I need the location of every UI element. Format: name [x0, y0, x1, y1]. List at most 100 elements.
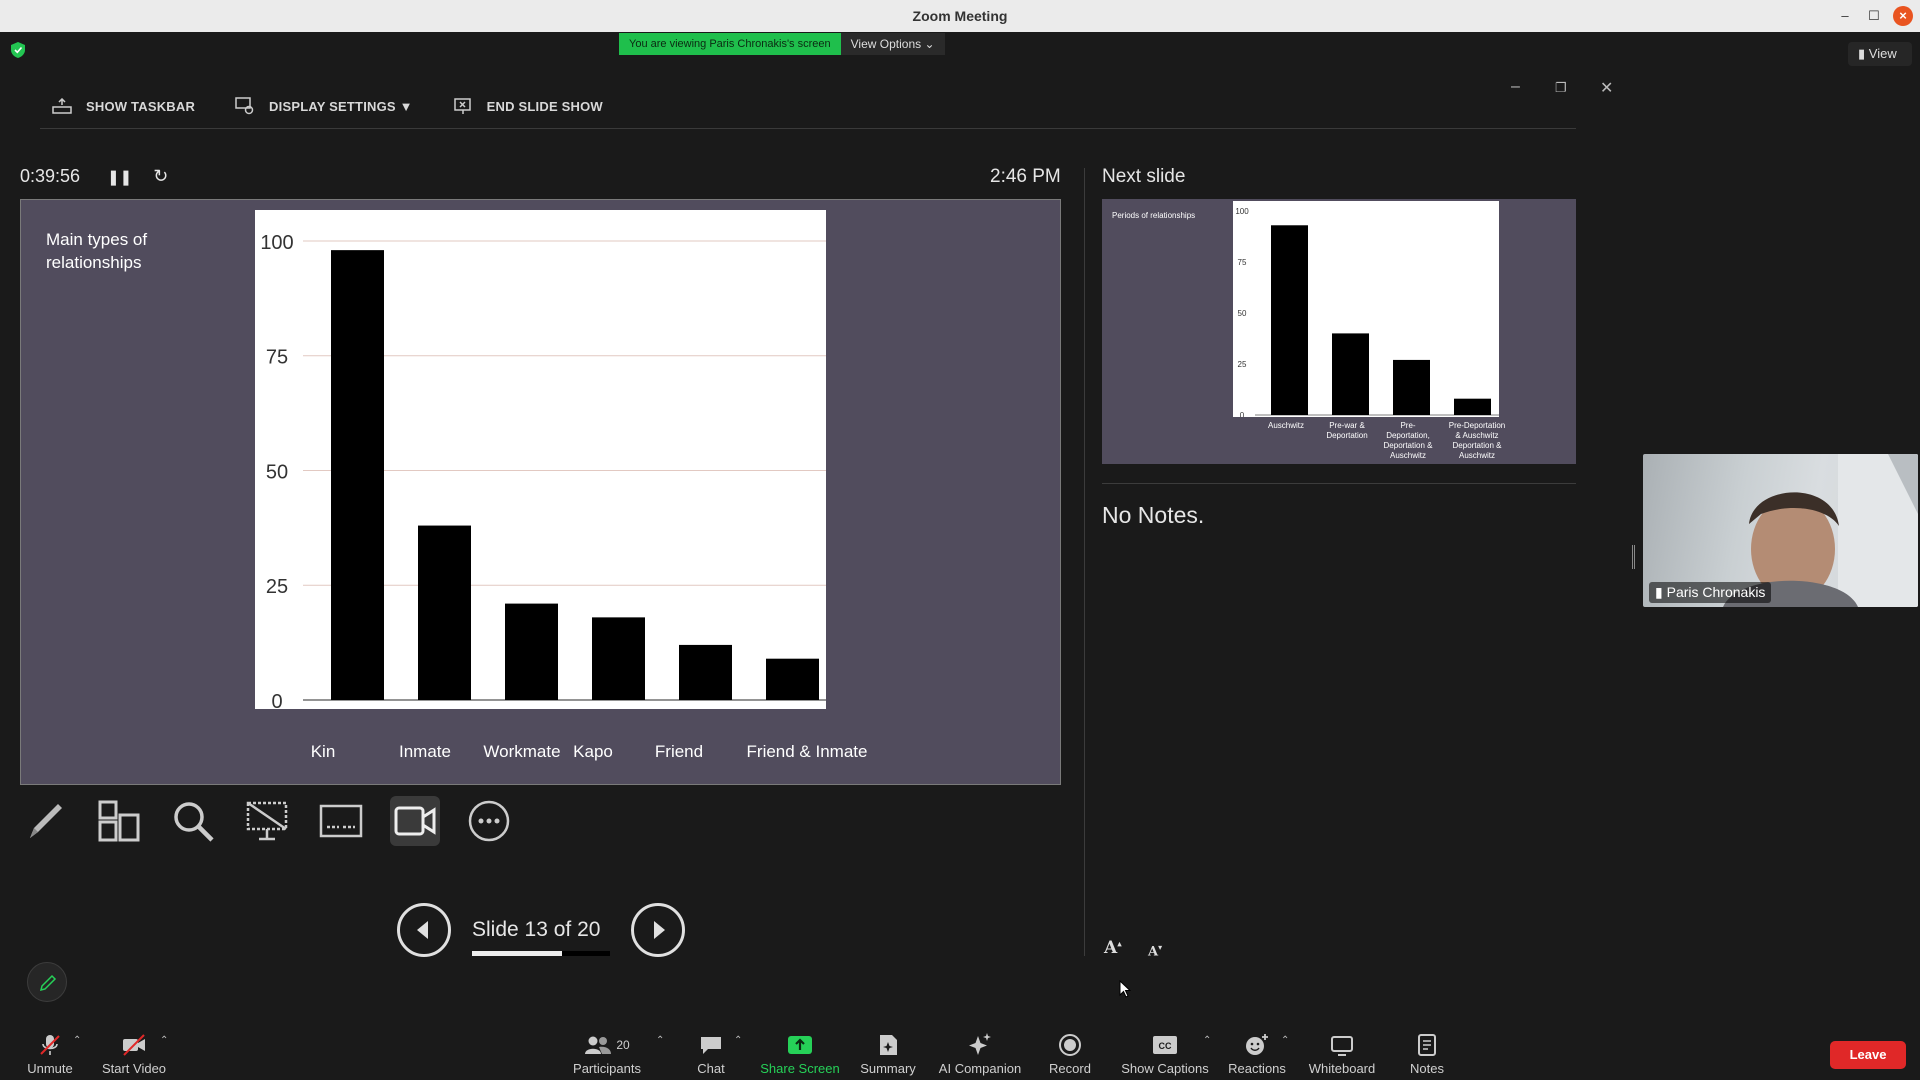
y-tick-label: 50 — [266, 461, 288, 483]
ai-companion-button[interactable]: AI Companion — [934, 1033, 1026, 1076]
x-category-label: Friend & Inmate — [746, 742, 868, 761]
bar-friend — [679, 644, 732, 700]
view-label: View — [1868, 46, 1897, 61]
pv-minimize-icon[interactable]: – — [1511, 78, 1520, 96]
x-category-label: Inmate — [399, 742, 451, 761]
annotate-button[interactable] — [27, 962, 67, 1002]
leave-button[interactable]: Leave — [1830, 1041, 1906, 1069]
black-screen-button[interactable] — [242, 796, 292, 846]
muted-mic-icon — [40, 1035, 60, 1055]
view-button[interactable]: ▮ View — [1848, 42, 1912, 66]
next-bar-chart: 0 25 50 75 100 — [1235, 207, 1499, 420]
previous-slide-button[interactable] — [397, 903, 451, 957]
minimize-icon[interactable]: – — [1835, 6, 1855, 26]
participants-options-caret[interactable]: ⌃ — [656, 1035, 664, 1046]
record-button[interactable]: Record — [1046, 1033, 1094, 1076]
unmute-button[interactable]: Unmute — [22, 1033, 78, 1076]
increase-font-label: A — [1104, 938, 1118, 958]
share-screen-icon — [788, 1036, 812, 1054]
magnifier-icon — [174, 802, 214, 842]
y-tick-label: 0 — [271, 691, 282, 709]
next-slide-title: Periods of relationships — [1112, 211, 1196, 220]
decrease-font-button[interactable]: A▾ — [1148, 942, 1162, 959]
more-options-button[interactable] — [464, 796, 514, 846]
chat-button[interactable]: Chat — [690, 1033, 732, 1076]
x-category-label: Kapo — [573, 742, 613, 761]
view-options-label: View Options — [850, 37, 922, 51]
video-panel-drag-handle[interactable] — [1632, 545, 1635, 569]
decrease-font-label: A — [1148, 944, 1159, 960]
notes-divider — [1102, 483, 1576, 484]
end-slide-show-button[interactable]: END SLIDE SHOW — [453, 97, 603, 115]
participants-icon — [585, 1036, 612, 1054]
whiteboard-icon — [1331, 1036, 1353, 1056]
summary-button[interactable]: Summary — [856, 1033, 920, 1076]
chat-options-caret[interactable]: ⌃ — [734, 1035, 742, 1046]
reactions-button[interactable]: Reactions — [1226, 1033, 1288, 1076]
display-settings-label: DISPLAY SETTINGS ▼ — [269, 98, 413, 114]
show-captions-button[interactable]: CC Show Captions — [1118, 1033, 1212, 1076]
encryption-shield-icon[interactable] — [11, 42, 25, 58]
chart-plot-area: 0 25 50 75 100 — [255, 210, 826, 713]
signal-icon: ▮ — [1655, 584, 1663, 600]
start-video-label: Start Video — [101, 1061, 167, 1076]
view-options-button[interactable]: View Options ⌄ — [840, 33, 945, 55]
x-category-label: Kin — [310, 742, 336, 761]
subtitles-button[interactable] — [316, 796, 366, 846]
ai-companion-label: AI Companion — [938, 1061, 1022, 1076]
elapsed-time: 0:39:56 — [20, 166, 81, 186]
window-title: Zoom Meeting — [912, 8, 1008, 24]
camera-button[interactable] — [390, 796, 440, 846]
participant-video[interactable]: ▮ Paris Chronakis — [1643, 454, 1918, 607]
next-y-tick-label: 25 — [1238, 360, 1247, 369]
pv-close-icon[interactable]: ✕ — [1600, 78, 1613, 98]
notes-button[interactable]: Notes — [1406, 1033, 1448, 1076]
display-settings-button[interactable]: DISPLAY SETTINGS ▼ — [235, 97, 413, 115]
chat-label: Chat — [697, 1061, 725, 1076]
pane-divider[interactable] — [1084, 168, 1085, 956]
whiteboard-button[interactable]: Whiteboard — [1306, 1033, 1378, 1076]
pv-restore-icon[interactable]: ❐ — [1555, 80, 1567, 96]
increase-font-button[interactable]: A▴ — [1104, 938, 1122, 958]
audio-options-caret[interactable]: ⌃ — [73, 1035, 81, 1046]
black-screen-icon — [246, 801, 288, 841]
cc-icon: CC — [1153, 1036, 1177, 1054]
reactions-options-caret[interactable]: ⌃ — [1281, 1035, 1289, 1046]
triangle-left-icon — [417, 921, 428, 939]
chevron-down-icon: ⌄ — [924, 37, 935, 51]
share-screen-button[interactable]: Share Screen — [758, 1033, 842, 1076]
close-window-icon[interactable]: × — [1893, 6, 1913, 26]
next-slide-label: Next slide — [1102, 166, 1186, 187]
bar-friend-inmate — [766, 658, 819, 700]
slide-title: Main types of relationships — [46, 230, 148, 272]
all-slides-button[interactable] — [94, 796, 144, 846]
pause-icon[interactable]: ❚❚ — [107, 169, 132, 186]
participant-name: Paris Chronakis — [1666, 584, 1766, 600]
zoom-slide-button[interactable] — [168, 796, 218, 846]
next-bar — [1393, 359, 1430, 415]
unmute-label: Unmute — [27, 1061, 73, 1076]
next-slide-button[interactable] — [631, 903, 685, 957]
slide-progress-fill — [472, 951, 562, 956]
end-show-icon — [453, 98, 471, 114]
svg-text:CC: CC — [1159, 1041, 1172, 1051]
bar-kin — [331, 250, 384, 700]
show-taskbar-button[interactable]: SHOW TASKBAR — [52, 98, 195, 114]
presenter-toolbar: SHOW TASKBAR DISPLAY SETTINGS ▼ END SLID… — [52, 94, 643, 118]
next-y-tick-label: 100 — [1235, 207, 1249, 216]
captions-options-caret[interactable]: ⌃ — [1203, 1035, 1211, 1046]
participant-name-tag: ▮ Paris Chronakis — [1649, 582, 1772, 603]
viewing-banner: You are viewing Paris Chronakis's screen… — [619, 33, 945, 55]
pen-tool-button[interactable] — [20, 796, 70, 846]
slide-progress-bar — [472, 951, 610, 956]
restart-icon[interactable]: ↻ — [153, 166, 168, 186]
next-chart-plot-area: 0 25 50 75 100 — [1233, 201, 1499, 420]
next-slide-preview[interactable]: Periods of relationships 0 25 50 75 100 Ausc… — [1102, 199, 1576, 464]
video-options-caret[interactable]: ⌃ — [160, 1035, 168, 1046]
next-x-category-label: Auschwitz — [1267, 421, 1304, 430]
maximize-icon[interactable]: ☐ — [1864, 6, 1884, 26]
participants-button[interactable]: 20 Participants — [568, 1033, 646, 1076]
y-tick-label: 75 — [266, 347, 288, 369]
camera-icon — [394, 806, 436, 836]
show-captions-label: Show Captions — [1121, 1061, 1209, 1076]
